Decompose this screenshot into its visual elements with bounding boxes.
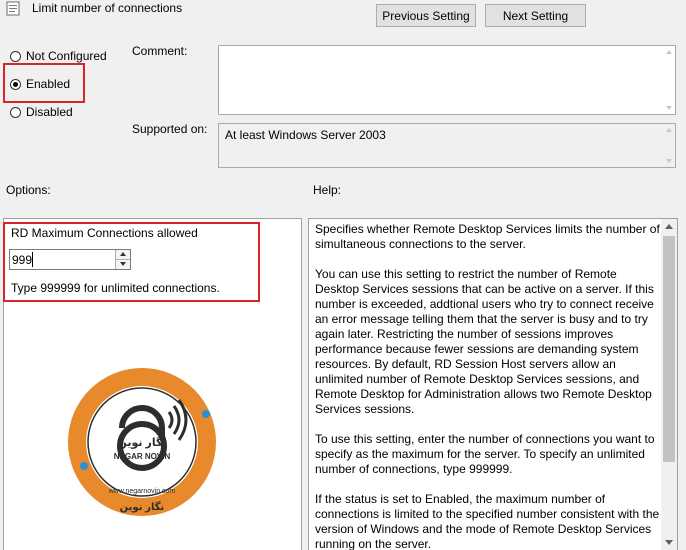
options-label: Options: [6, 183, 51, 197]
help-paragraph: You can use this setting to restrict the… [315, 267, 654, 416]
radio-disabled-circle[interactable] [10, 106, 21, 118]
policy-icon [6, 1, 22, 16]
comment-scrollbar[interactable] [663, 46, 675, 114]
supported-on-field: At least Windows Server 2003 [218, 123, 676, 168]
scroll-up-icon[interactable] [666, 50, 672, 54]
scroll-up-icon[interactable] [666, 128, 672, 132]
help-text: Specifies whether Remote Desktop Service… [315, 222, 660, 550]
help-paragraph: Specifies whether Remote Desktop Service… [315, 222, 660, 251]
next-setting-button[interactable]: Next Setting [485, 4, 586, 27]
enabled-highlight-box [3, 63, 85, 103]
supported-on-value: At least Windows Server 2003 [225, 128, 386, 142]
logo-text-en: NEGAR NOVIN [113, 452, 171, 461]
logo-bottom-text: نگار نوین [119, 502, 165, 513]
help-label: Help: [313, 183, 342, 197]
help-panel: Specifies whether Remote Desktop Service… [308, 218, 678, 550]
logo-text-fa: نگار نوین [117, 437, 167, 449]
scroll-up-icon[interactable] [665, 224, 673, 229]
radio-not-configured-label: Not Configured [26, 49, 107, 63]
radio-disabled[interactable]: Disabled [10, 104, 73, 120]
radio-disabled-label: Disabled [26, 105, 73, 119]
scroll-down-icon[interactable] [666, 106, 672, 110]
comment-label: Comment: [132, 44, 188, 58]
help-paragraph: If the status is set to Enabled, the max… [315, 492, 660, 550]
scroll-down-icon[interactable] [665, 540, 673, 545]
supported-on-label: Supported on: [132, 122, 208, 136]
options-highlight-box [3, 222, 260, 302]
supported-scrollbar[interactable] [663, 124, 675, 167]
scroll-down-icon[interactable] [666, 159, 672, 163]
radio-not-configured[interactable]: Not Configured [10, 48, 107, 64]
policy-title: Limit number of connections [32, 1, 183, 15]
previous-setting-button[interactable]: Previous Setting [376, 4, 476, 27]
help-paragraph: To use this setting, enter the number of… [315, 432, 655, 476]
help-scroll-thumb[interactable] [663, 236, 675, 462]
radio-not-configured-circle[interactable] [10, 50, 21, 62]
help-scrollbar[interactable] [661, 219, 677, 550]
logo-url: www.negarnovin.com [108, 488, 176, 495]
negar-novin-logo: نگار نوین NEGAR NOVIN www.negarnovin.com… [66, 366, 218, 518]
comment-textarea[interactable] [218, 45, 676, 115]
